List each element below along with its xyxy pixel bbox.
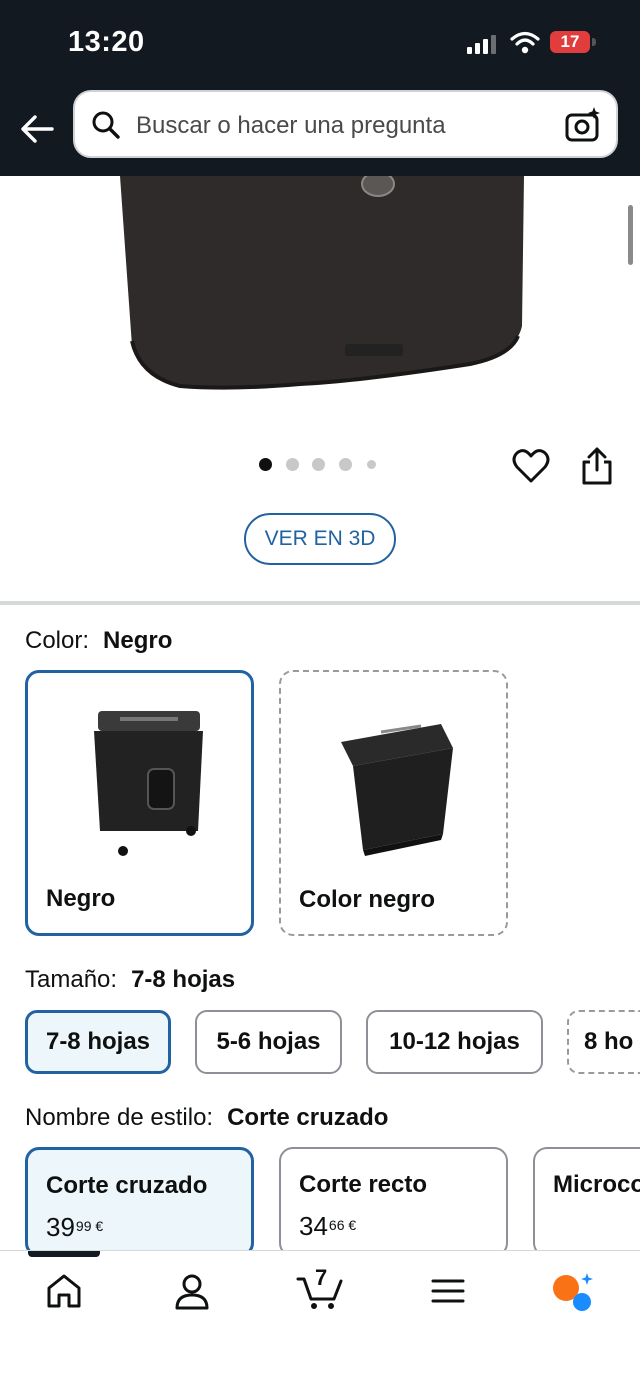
battery-indicator: 17 [550, 31, 590, 53]
page-scrollbar[interactable] [628, 205, 633, 265]
size-option-8[interactable]: 8 ho [567, 1010, 640, 1074]
search-placeholder: Buscar o hacer una pregunta [136, 112, 446, 139]
home-icon[interactable] [45, 1273, 83, 1309]
bottom-navigation: 7 [0, 1250, 640, 1385]
back-arrow-icon[interactable] [18, 110, 56, 148]
size-option-10-12[interactable]: 10-12 hojas [366, 1010, 543, 1074]
status-time: 13:20 [68, 26, 145, 58]
carousel-dot[interactable] [339, 458, 352, 471]
product-image[interactable] [0, 176, 640, 426]
color-label-row: Color: Negro [25, 627, 172, 655]
price-cents: 99 € [75, 1218, 104, 1234]
swatch-label: Negro [46, 885, 116, 912]
cellular-signal-icon [467, 35, 496, 54]
style-label: Nombre de estilo: [25, 1104, 214, 1131]
swatch-label: Color negro [299, 886, 435, 913]
search-icon [92, 111, 120, 139]
color-selected-value: Negro [103, 627, 173, 654]
style-option-microcorte[interactable]: Microco [533, 1147, 640, 1257]
carousel-dot[interactable] [259, 458, 272, 471]
rufus-assistant-icon[interactable] [552, 1271, 596, 1313]
style-option-corte-recto[interactable]: Corte recto 3466 € [279, 1147, 508, 1257]
section-divider [0, 601, 640, 605]
style-selected-value: Corte cruzado [227, 1104, 389, 1131]
carousel-dot[interactable] [312, 458, 325, 471]
size-label-row: Tamaño: 7-8 hojas [25, 966, 235, 994]
size-option-7-8[interactable]: 7-8 hojas [25, 1010, 171, 1074]
menu-icon[interactable] [431, 1278, 465, 1304]
carousel-dot[interactable] [367, 460, 376, 469]
price-cents: 66 € [328, 1217, 357, 1233]
account-icon[interactable] [174, 1273, 210, 1311]
style-option-corte-cruzado[interactable]: Corte cruzado 3999 € [25, 1147, 254, 1257]
style-price: 3999 € [46, 1212, 104, 1242]
search-header: Buscar o hacer una pregunta [0, 88, 640, 176]
color-option-color-negro[interactable]: Color negro [279, 670, 508, 936]
color-option-negro[interactable]: Negro [25, 670, 254, 936]
size-label: Tamaño: [25, 966, 118, 993]
wifi-icon [510, 31, 540, 54]
shredder-image [120, 176, 524, 390]
style-label-row: Nombre de estilo: Corte cruzado [25, 1104, 388, 1132]
heart-icon[interactable] [512, 448, 550, 484]
color-label: Color: [25, 627, 90, 654]
battery-cap [592, 38, 596, 46]
view-3d-button[interactable]: VER EN 3D [244, 513, 396, 565]
active-tab-indicator [28, 1251, 100, 1257]
camera-search-icon[interactable] [564, 106, 602, 144]
cart-button[interactable]: 7 [296, 1265, 344, 1311]
cart-count: 7 [315, 1265, 328, 1290]
status-bar: 13:20 17 [0, 0, 640, 88]
shredder-thumbnail [341, 724, 453, 856]
style-name: Microco [553, 1171, 640, 1198]
style-name: Corte cruzado [46, 1172, 208, 1199]
search-input[interactable]: Buscar o hacer una pregunta [73, 90, 618, 158]
share-icon[interactable] [580, 446, 614, 486]
shredder-thumbnail [94, 711, 203, 856]
style-name: Corte recto [299, 1171, 428, 1198]
style-price: 3466 € [299, 1211, 357, 1241]
size-selected-value: 7-8 hojas [131, 966, 236, 993]
size-option-5-6[interactable]: 5-6 hojas [195, 1010, 342, 1074]
carousel-dot[interactable] [286, 458, 299, 471]
